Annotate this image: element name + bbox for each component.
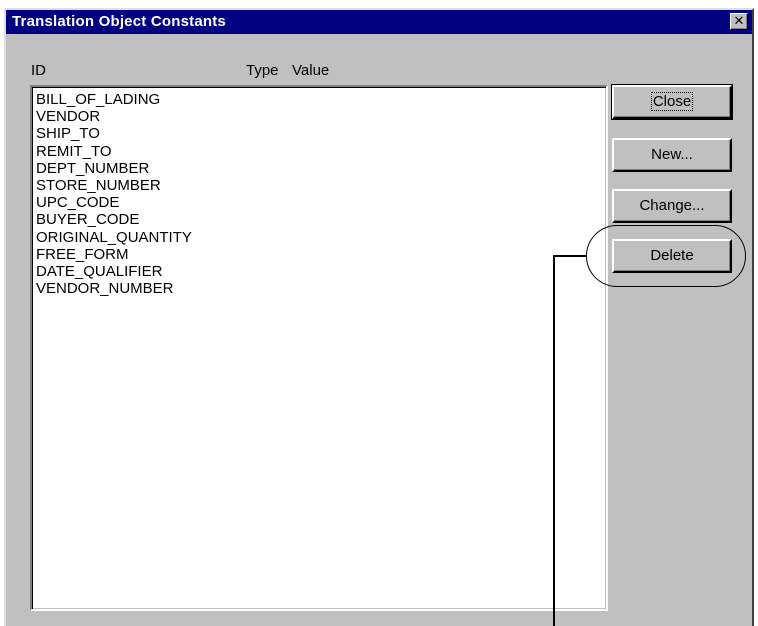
list-item[interactable]: STORE_NUMBER xyxy=(36,177,606,194)
list-item[interactable]: REMIT_TO xyxy=(36,143,606,160)
close-button-label: Close xyxy=(650,92,694,111)
column-header-value: Value xyxy=(292,62,330,79)
list-item[interactable]: DEPT_NUMBER xyxy=(36,160,606,177)
callout-leader-vertical xyxy=(553,255,555,626)
list-item[interactable]: ORIGINAL_QUANTITY xyxy=(36,229,606,246)
list-item[interactable]: SHIP_TO xyxy=(36,125,606,142)
callout-leader-horizontal xyxy=(553,255,587,257)
constants-list[interactable]: BILL_OF_LADING VENDOR SHIP_TO REMIT_TO D… xyxy=(30,85,608,611)
list-item[interactable]: VENDOR_NUMBER xyxy=(36,280,606,297)
list-item[interactable]: FREE_FORM xyxy=(36,246,606,263)
close-button[interactable]: Close xyxy=(611,84,733,120)
list-item[interactable]: UPC_CODE xyxy=(36,194,606,211)
list-item[interactable]: BILL_OF_LADING xyxy=(36,91,606,108)
callout-oval-icon xyxy=(586,225,746,287)
list-item[interactable]: DATE_QUALIFIER xyxy=(36,263,606,280)
column-header-type: Type xyxy=(246,62,279,79)
change-button[interactable]: Change... xyxy=(612,189,732,223)
close-icon[interactable]: ✕ xyxy=(730,13,748,30)
list-item[interactable]: BUYER_CODE xyxy=(36,211,606,228)
dialog-title: Translation Object Constants xyxy=(12,13,226,30)
title-bar[interactable]: Translation Object Constants ✕ xyxy=(6,10,752,34)
column-header-id: ID xyxy=(31,62,46,79)
list-item[interactable]: VENDOR xyxy=(36,108,606,125)
new-button[interactable]: New... xyxy=(612,138,732,172)
